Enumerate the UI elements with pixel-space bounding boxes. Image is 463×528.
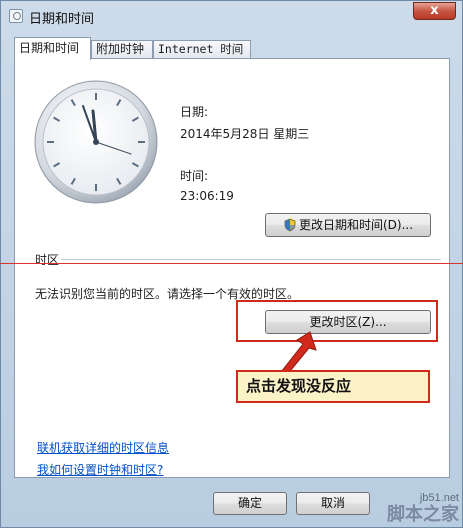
watermark-brand: 脚本之家 xyxy=(387,504,459,525)
help-link[interactable]: 我如何设置时钟和时区? xyxy=(37,461,163,478)
annotation-line xyxy=(0,263,463,264)
date-value: 2014年5月28日 星期三 xyxy=(180,127,310,141)
timezone-section-title: 时区 xyxy=(35,253,60,267)
section-divider xyxy=(61,259,441,260)
annotation-highlight-box xyxy=(236,300,438,342)
window-title: 日期和时间 xyxy=(29,12,95,27)
change-date-time-button[interactable]: 更改日期和时间(D)... xyxy=(265,213,431,237)
tab-date-time[interactable]: 日期和时间 xyxy=(14,37,91,60)
ok-button[interactable]: 确定 xyxy=(213,492,287,515)
tab-panel: 日期: 2014年5月28日 星期三 时间: 23:06:19 更改日期和时间(… xyxy=(14,58,450,478)
clock-icon xyxy=(34,80,158,204)
close-button[interactable]: x xyxy=(413,2,456,20)
time-value: 23:06:19 xyxy=(180,189,234,203)
close-icon: x xyxy=(430,3,439,18)
timezone-info-link[interactable]: 联机获取详细的时区信息 xyxy=(37,439,169,456)
clock-app-icon xyxy=(9,9,23,23)
title-bar[interactable]: 日期和时间 x xyxy=(1,1,462,31)
tab-additional-clocks[interactable]: 附加时钟 xyxy=(91,40,153,58)
dialog-window: 日期和时间 x 日期和时间 附加时钟 Internet 时间 日期: 2014年… xyxy=(0,0,463,528)
time-label: 时间: xyxy=(180,169,209,183)
shield-icon xyxy=(284,218,296,232)
cancel-button[interactable]: 取消 xyxy=(296,492,370,515)
date-label: 日期: xyxy=(180,105,209,119)
change-date-time-label: 更改日期和时间(D)... xyxy=(298,218,414,232)
annotation-callout: 点击发现没反应 xyxy=(236,370,430,403)
tab-internet-time[interactable]: Internet 时间 xyxy=(153,40,251,58)
